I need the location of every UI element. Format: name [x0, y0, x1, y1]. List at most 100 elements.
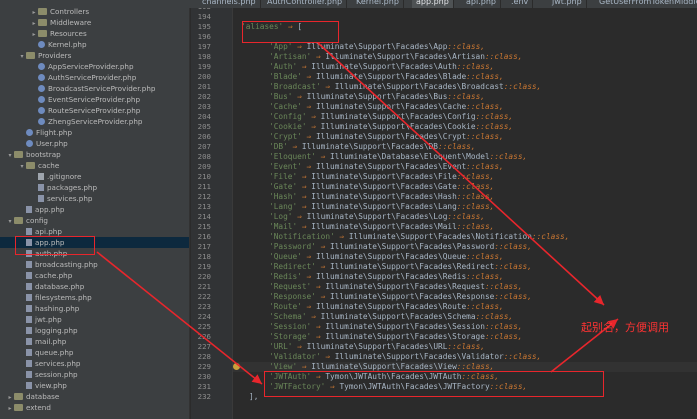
code-line-223[interactable]: 'Route' ⇒ Illuminate\Support\Facades\Rou…: [269, 302, 504, 312]
code-line-211[interactable]: 'Gate' ⇒ Illuminate\Support\Facades\Gate…: [269, 182, 494, 192]
code-line-221[interactable]: 'Request' ⇒ Illuminate\Support\Facades\R…: [269, 282, 523, 292]
tree-item-kernel-php[interactable]: Kernel.php: [0, 39, 189, 50]
code-line-228[interactable]: 'Validator' ⇒ Illuminate\Support\Facades…: [269, 352, 541, 362]
code-line-209[interactable]: 'Event' ⇒ Illuminate\Support\Facades\Eve…: [269, 162, 504, 172]
line-number: 223: [197, 302, 211, 311]
alias-key: 'Cache': [269, 102, 302, 111]
code-line-222[interactable]: 'Response' ⇒ Illuminate\Support\Facades\…: [269, 292, 532, 302]
line-number: 227: [197, 342, 211, 351]
folder-icon: [14, 404, 23, 411]
code-line-214[interactable]: 'Log' ⇒ Illuminate\Support\Facades\Log::…: [269, 212, 485, 222]
code-line-208[interactable]: 'Eloquent' ⇒ Illuminate\Database\Eloquen…: [269, 152, 527, 162]
tree-item-broadcasting-php[interactable]: broadcasting.php: [0, 259, 189, 270]
file-icon: [38, 195, 44, 202]
line-number: 212: [197, 192, 211, 201]
tab-kernel-php[interactable]: Kernel.php: [352, 0, 404, 8]
line-number: 211: [197, 182, 211, 191]
tree-item-extend[interactable]: ▸ extend: [0, 402, 189, 414]
code-line-197[interactable]: 'App' ⇒ Illuminate\Support\Facades\App::…: [269, 42, 485, 52]
tab-app-php[interactable]: app.php: [412, 0, 454, 8]
class-keyword: ::class,: [456, 182, 495, 191]
tab-jwt-php[interactable]: jwt.php: [548, 0, 587, 8]
arrow-operator: ⇒: [301, 102, 316, 111]
tab-channels-php[interactable]: channels.php: [198, 0, 261, 8]
code-line-203[interactable]: 'Cache' ⇒ Illuminate\Support\Facades\Cac…: [269, 102, 504, 112]
tab-getuserfromtokenmiddleware-p[interactable]: GetUserFromTokenMiddleware.p: [595, 0, 697, 8]
tree-item-zhengserviceprovider-php[interactable]: ZhengServiceProvider.php: [0, 116, 189, 127]
code-line-212[interactable]: 'Hash' ⇒ Illuminate\Support\Facades\Hash…: [269, 192, 494, 202]
arrow-operator: ⇒: [301, 252, 316, 261]
code-line-219[interactable]: 'Redirect' ⇒ Illuminate\Support\Facades\…: [269, 262, 532, 272]
code-line-199[interactable]: 'Auth' ⇒ Illuminate\Support\Facades\Auth…: [269, 62, 494, 72]
alias-key: 'Artisan': [269, 52, 312, 61]
tree-item-queue-php[interactable]: queue.php: [0, 347, 189, 358]
code-line-201[interactable]: 'Broadcast' ⇒ Illuminate\Support\Facades…: [269, 82, 541, 92]
tree-item-label: .gitignore: [47, 172, 82, 181]
tree-item-app-php[interactable]: app.php: [0, 204, 189, 215]
arrow-operator: ⇒: [301, 272, 316, 281]
tree-item-flight-php[interactable]: Flight.php: [0, 127, 189, 138]
tree-item-bootstrap[interactable]: ▾ bootstrap: [0, 149, 189, 160]
tree-item-database[interactable]: ▸ database: [0, 391, 189, 402]
tree-item-services-php[interactable]: services.php: [0, 193, 189, 204]
tab--env[interactable]: .env: [507, 0, 534, 8]
code-line-200[interactable]: 'Blade' ⇒ Illuminate\Support\Facades\Bla…: [269, 72, 504, 82]
code-line-198[interactable]: 'Artisan' ⇒ Illuminate\Support\Facades\A…: [269, 52, 523, 62]
class-keyword: ::class,: [484, 322, 523, 331]
tree-item-session-php[interactable]: session.php: [0, 369, 189, 380]
tree-item-hashing-php[interactable]: hashing.php: [0, 303, 189, 314]
tree-item-cache[interactable]: ▾ cache: [0, 160, 189, 171]
code-line-226[interactable]: 'Storage' ⇒ Illuminate\Support\Facades\S…: [269, 332, 523, 342]
code-line-204[interactable]: 'Config' ⇒ Illuminate\Support\Facades\Co…: [269, 112, 513, 122]
tree-item-packages-php[interactable]: packages.php: [0, 182, 189, 193]
tree-item-routeserviceprovider-php[interactable]: RouteServiceProvider.php: [0, 105, 189, 116]
tree-item-middleware[interactable]: ▸ Middleware: [0, 17, 189, 28]
intention-bulb-icon[interactable]: [233, 363, 240, 370]
tab-authcontroller-php[interactable]: AuthController.php: [263, 0, 348, 8]
code-line-205[interactable]: 'Cookie' ⇒ Illuminate\Support\Facades\Co…: [269, 122, 513, 132]
code-line-206[interactable]: 'Crypt' ⇒ Illuminate\Support\Facades\Cry…: [269, 132, 504, 142]
tree-item-logging-php[interactable]: logging.php: [0, 325, 189, 336]
tree-item-database-php[interactable]: database.php: [0, 281, 189, 292]
tree-item-filesystems-php[interactable]: filesystems.php: [0, 292, 189, 303]
code-line-207[interactable]: 'DB' ⇒ Illuminate\Support\Facades\DB::cl…: [269, 142, 476, 152]
tree-item-user-php[interactable]: User.php: [0, 138, 189, 149]
tree-item-view-php[interactable]: view.php: [0, 380, 189, 391]
file-icon: [26, 272, 32, 279]
tree-item-authserviceprovider-php[interactable]: AuthServiceProvider.php: [0, 72, 189, 83]
tree-item-label: logging.php: [35, 326, 78, 335]
tree-item-appserviceprovider-php[interactable]: AppServiceProvider.php: [0, 61, 189, 72]
tree-item-cache-php[interactable]: cache.php: [0, 270, 189, 281]
code-editor[interactable]: 1931941951961971981992002012022032042052…: [191, 0, 697, 419]
tree-item-services-php[interactable]: services.php: [0, 358, 189, 369]
code-line-202[interactable]: 'Bus' ⇒ Illuminate\Support\Facades\Bus::…: [269, 92, 485, 102]
code-line-225[interactable]: 'Session' ⇒ Illuminate\Support\Facades\S…: [269, 322, 523, 332]
tree-item-broadcastserviceprovider-php[interactable]: BroadcastServiceProvider.php: [0, 83, 189, 94]
tree-item-label: Middleware: [50, 18, 92, 27]
class-keyword: ::class,: [484, 332, 523, 341]
tab-api-php[interactable]: api.php: [462, 0, 501, 8]
code-line-227[interactable]: 'URL' ⇒ Illuminate\Support\Facades\URL::…: [269, 342, 485, 352]
line-number: 232: [197, 392, 211, 401]
code-line-217[interactable]: 'Password' ⇒ Illuminate\Support\Facades\…: [269, 242, 532, 252]
php-class-icon: [38, 85, 45, 92]
code-line-232[interactable]: ],: [249, 392, 258, 402]
tree-item-resources[interactable]: ▸ Resources: [0, 28, 189, 39]
code-line-224[interactable]: 'Schema' ⇒ Illuminate\Support\Facades\Sc…: [269, 312, 513, 322]
tree-item-mail-php[interactable]: mail.php: [0, 336, 189, 347]
tree-item--gitignore[interactable]: .gitignore: [0, 171, 189, 182]
code-line-210[interactable]: 'File' ⇒ Illuminate\Support\Facades\File…: [269, 172, 494, 182]
class-keyword: ::class,: [484, 282, 523, 291]
code-line-218[interactable]: 'Queue' ⇒ Illuminate\Support\Facades\Que…: [269, 252, 504, 262]
arrow-operator: ⇒: [297, 192, 312, 201]
tree-item-jwt-php[interactable]: jwt.php: [0, 314, 189, 325]
code-line-220[interactable]: 'Redis' ⇒ Illuminate\Support\Facades\Red…: [269, 272, 504, 282]
code-line-215[interactable]: 'Mail' ⇒ Illuminate\Support\Facades\Mail…: [269, 222, 494, 232]
code-line-213[interactable]: 'Lang' ⇒ Illuminate\Support\Facades\Lang…: [269, 202, 494, 212]
facade-class-path: Illuminate\Support\Facades\Mail: [311, 222, 457, 231]
tree-item-providers[interactable]: ▾ Providers: [0, 50, 189, 61]
collapse-arrow-icon[interactable]: ▸: [6, 403, 14, 414]
tree-item-eventserviceprovider-php[interactable]: EventServiceProvider.php: [0, 94, 189, 105]
code-line-216[interactable]: 'Notification' ⇒ Illuminate\Support\Faca…: [269, 232, 569, 242]
tree-item-config[interactable]: ▾ config: [0, 215, 189, 226]
